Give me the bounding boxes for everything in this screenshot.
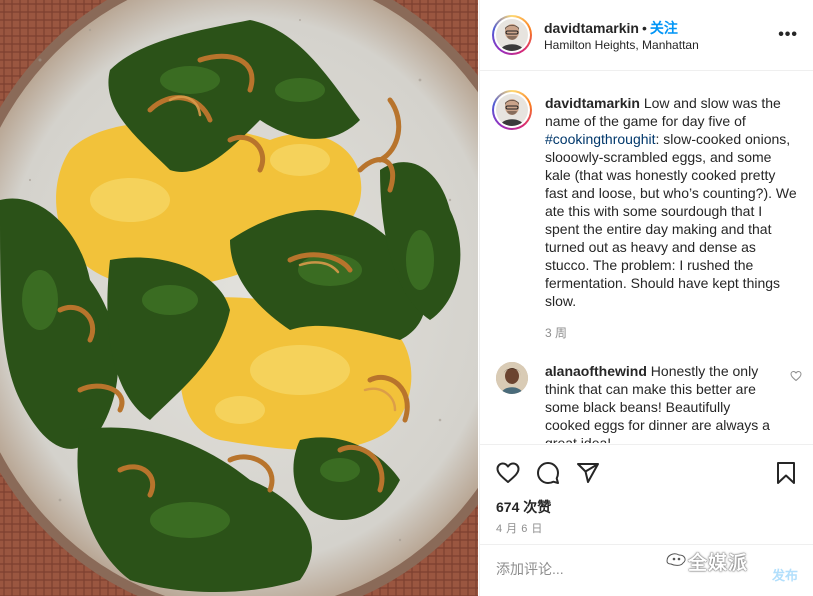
add-comment-bar: 发布	[480, 544, 813, 596]
post-actions: 674 次赞 4 月 6 日	[480, 444, 813, 544]
caption-timestamp[interactable]: 3 周	[545, 324, 567, 341]
commenter-username[interactable]: alanaofthewind	[545, 363, 647, 379]
location-link[interactable]: Hamilton Heights, Manhattan	[544, 38, 699, 52]
watermark-logo-icon	[665, 551, 687, 572]
caption-avatar[interactable]	[496, 94, 528, 126]
more-options-icon[interactable]: •••	[778, 26, 798, 44]
post-date[interactable]: 4 月 6 日	[496, 520, 543, 536]
separator-dot: •	[641, 20, 647, 36]
avatar[interactable]	[496, 19, 528, 51]
share-icon[interactable]	[576, 461, 600, 490]
hashtag-link[interactable]: #cookingthroughit	[545, 131, 656, 147]
post-photo[interactable]	[0, 0, 478, 596]
post-header: davidtamarkin • 关注 Hamilton Heights, Manha…	[480, 0, 813, 71]
like-count[interactable]: 674 次赞	[496, 497, 551, 517]
comments-section[interactable]: davidtamarkin Low and slow was the name …	[480, 72, 813, 443]
commenter-avatar[interactable]	[496, 362, 528, 394]
post-comment-button[interactable]: 发布	[772, 565, 798, 584]
caption-text-end: : slow-cooked onions, slooowly-scrambled…	[545, 131, 797, 309]
heart-icon[interactable]	[496, 461, 520, 490]
comment-icon[interactable]	[536, 461, 560, 490]
comment-item: alanaofthewind Honestly the only think t…	[545, 362, 775, 443]
watermark-text: 全媒派	[688, 553, 749, 574]
food-image	[0, 0, 478, 596]
comment-like-icon[interactable]	[790, 370, 802, 385]
post-side-panel: davidtamarkin • 关注 Hamilton Heights, Manha…	[479, 0, 813, 596]
header-username[interactable]: davidtamarkin	[544, 20, 639, 36]
post-caption: davidtamarkin Low and slow was the name …	[545, 94, 800, 310]
follow-button[interactable]: 关注	[650, 20, 678, 36]
caption-username[interactable]: davidtamarkin	[545, 95, 640, 111]
header-user-line: davidtamarkin • 关注	[544, 18, 678, 38]
bookmark-icon[interactable]	[774, 461, 798, 490]
